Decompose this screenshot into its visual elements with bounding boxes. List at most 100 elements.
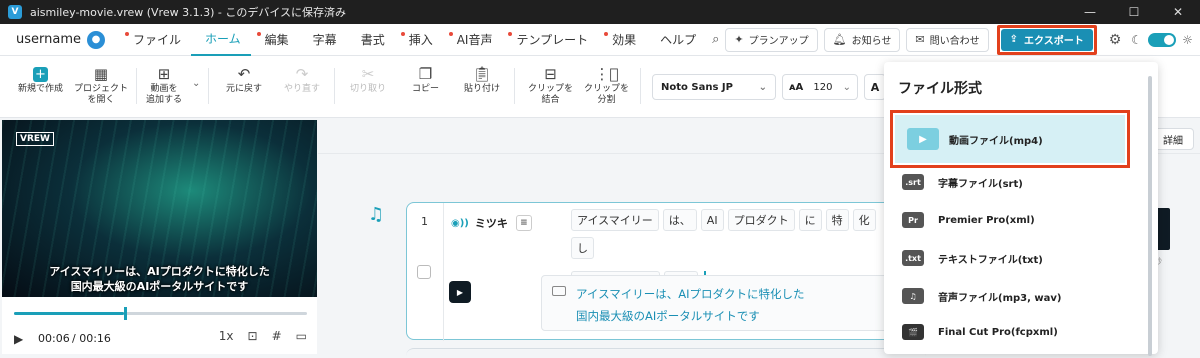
export-item-mp4[interactable]: ▶ 動画ファイル(mp4): [895, 115, 1125, 163]
mail-icon: ✉: [915, 33, 925, 46]
redo-icon: ↷: [295, 64, 309, 83]
subtitle-box[interactable]: アイスマイリーは、AIプロダクトに特化した 国内最大級のAIポータルサイトです: [541, 275, 921, 331]
chevron-down-icon[interactable]: ⌄: [192, 78, 200, 89]
moon-icon: ☾: [1131, 32, 1143, 47]
progress-bar[interactable]: [14, 307, 307, 320]
menu-4[interactable]: 書式: [347, 24, 395, 56]
voice-icon: ◉)): [451, 217, 469, 229]
menu-7[interactable]: テンプレート: [502, 24, 598, 56]
merge-clip-button[interactable]: ⊟ クリップを 結合: [528, 64, 573, 106]
export-item-fcp[interactable]: 🎬 Final Cut Pro(fcpxml): [902, 324, 1058, 340]
menu-bar: username ● ファイル ホーム 編集 字幕 書式 挿入 AI音声 テンプレート 効果 ヘル…: [0, 24, 1200, 56]
menu-0[interactable]: ファイル: [119, 24, 191, 56]
word-chip[interactable]: 化: [852, 209, 876, 231]
menu-8[interactable]: 効果: [598, 24, 646, 56]
word-chip[interactable]: に: [798, 209, 822, 231]
undo-icon: ↶: [237, 64, 251, 83]
paste-button[interactable]: 📋︎ 貼り付け: [464, 64, 500, 95]
export-item-srt[interactable]: .srt 字幕ファイル(srt): [902, 174, 1023, 190]
txt-icon: .txt: [902, 250, 924, 266]
next-clip-card[interactable]: [406, 348, 926, 358]
settings-icon[interactable]: ⚙: [1109, 32, 1122, 48]
export-item-txt[interactable]: .txt テキストファイル(txt): [902, 250, 1043, 266]
current-time: 00:06: [38, 332, 70, 345]
notice-button[interactable]: 🔔︎ お知らせ: [823, 27, 901, 52]
export-highlight: ⇪ エクスポート: [996, 24, 1097, 55]
play-icon: ▶: [907, 128, 939, 150]
cut-button[interactable]: ✂ 切り取り: [350, 64, 386, 95]
progress-handle[interactable]: [123, 307, 127, 320]
redo-button[interactable]: ↷ やり直す: [284, 64, 320, 95]
speaker-selector[interactable]: ◉)) ミツキ ≡: [451, 215, 532, 231]
menu-1[interactable]: ホーム: [191, 24, 251, 56]
font-size-icon: ᴀA: [789, 81, 804, 93]
title-bar: V aismiley-movie.vrew (Vrew 3.1.3) - このデ…: [0, 0, 1200, 24]
theme-toggle[interactable]: [1148, 32, 1177, 47]
chevron-down-icon: ⌄: [758, 81, 767, 93]
merge-icon: ⊟: [544, 64, 557, 83]
menu-3[interactable]: 字幕: [299, 24, 347, 56]
subtitle-toggle-icon[interactable]: ▭: [296, 329, 307, 343]
music-icon[interactable]: ♫: [368, 204, 384, 225]
clip-thumbnail[interactable]: ▶: [449, 281, 471, 303]
avatar[interactable]: ●: [87, 30, 105, 49]
menu-6[interactable]: AI音声: [443, 24, 503, 56]
srt-icon: .srt: [902, 174, 924, 190]
text-format-button[interactable]: A: [864, 74, 886, 100]
player-controls: ▶ 00:06 / 00:16 1x ⊡ # ▭: [2, 297, 317, 354]
sparkle-icon: ✦: [734, 33, 744, 46]
add-video-button[interactable]: ⊞ 動画を 追加する: [146, 64, 182, 106]
vrew-watermark: VREW: [16, 132, 54, 146]
clip-card[interactable]: 1 ◉)) ミツキ ≡ アイスマイリーは、AIプロダクトに特化しポータルサイトで…: [406, 202, 926, 341]
word-chip[interactable]: し: [571, 237, 594, 259]
search-icon[interactable]: ⌕: [712, 32, 719, 47]
export-item-audio[interactable]: ♫ 音声ファイル(mp3, wav): [902, 288, 1061, 304]
subtitle-line1: アイスマイリーは、AIプロダクトに特化した: [576, 287, 805, 301]
video-preview[interactable]: VREW アイスマイリーは、AIプロダクトに特化した 国内最大級のAIポータルサ…: [2, 120, 317, 297]
playback-speed[interactable]: 1x: [219, 329, 234, 343]
font-select[interactable]: Noto Sans JP ⌄: [652, 74, 776, 100]
new-badge-dot: [256, 31, 261, 36]
new-badge-dot: [508, 31, 513, 36]
grid-icon[interactable]: #: [272, 329, 282, 343]
maximize-button[interactable]: ☐: [1112, 0, 1156, 24]
word-chip[interactable]: 特: [825, 209, 849, 231]
voice-settings-icon[interactable]: ≡: [515, 215, 532, 231]
sun-icon: ☼: [1182, 32, 1193, 47]
clip-checkbox[interactable]: [417, 265, 431, 279]
detail-button[interactable]: 詳細: [1152, 128, 1194, 150]
play-icon[interactable]: ▶: [14, 332, 23, 346]
close-window-button[interactable]: ✕: [1156, 0, 1200, 24]
chevron-down-icon: ⌄: [842, 81, 851, 93]
minimize-button[interactable]: —: [1068, 0, 1112, 24]
export-button[interactable]: ⇪ エクスポート: [1000, 28, 1093, 51]
contact-button[interactable]: ✉ 問い合わせ: [906, 27, 989, 52]
new-badge-dot: [400, 31, 405, 36]
plan-up-button[interactable]: ✦ プランアップ: [725, 27, 818, 52]
word-chip[interactable]: AI: [700, 209, 724, 231]
export-item-premiere[interactable]: Pr Premier Pro(xml): [902, 212, 1035, 228]
split-clip-button[interactable]: ⋮⃞ クリップを 分割: [584, 64, 629, 106]
word-chip[interactable]: は、: [662, 209, 697, 231]
dropdown-scrollbar[interactable]: [1148, 76, 1152, 356]
menu-5[interactable]: 挿入: [395, 24, 443, 56]
menu-9[interactable]: ヘルプ: [646, 24, 706, 56]
word-chip[interactable]: アイスマイリー: [571, 209, 659, 231]
scissors-icon: ✂: [361, 64, 375, 83]
menu-2[interactable]: 編集: [251, 24, 299, 56]
export-icon: ⇪: [1009, 34, 1019, 45]
subtitle-icon: [552, 286, 566, 296]
undo-button[interactable]: ↶ 元に戻す: [226, 64, 262, 95]
screenshot-icon[interactable]: ⊡: [248, 329, 258, 343]
subtitle-line2: 国内最大級のAIポータルサイトです: [576, 309, 760, 323]
username[interactable]: username: [16, 32, 81, 47]
open-project-button[interactable]: ▦ プロジェクト を開く: [74, 64, 128, 106]
add-video-icon: ⊞: [157, 64, 171, 83]
copy-button[interactable]: ❐ コピー: [412, 64, 439, 95]
word-chip[interactable]: プロダクト: [727, 209, 795, 231]
new-project-button[interactable]: + 新規で作成: [18, 64, 63, 95]
font-size-select[interactable]: ᴀA 120 ⌄: [782, 74, 858, 100]
vrew-logo-icon: V: [8, 5, 22, 19]
copy-icon: ❐: [418, 64, 433, 83]
video-subtitle-line2: 国内最大級のAIポータルサイトです: [70, 280, 249, 293]
